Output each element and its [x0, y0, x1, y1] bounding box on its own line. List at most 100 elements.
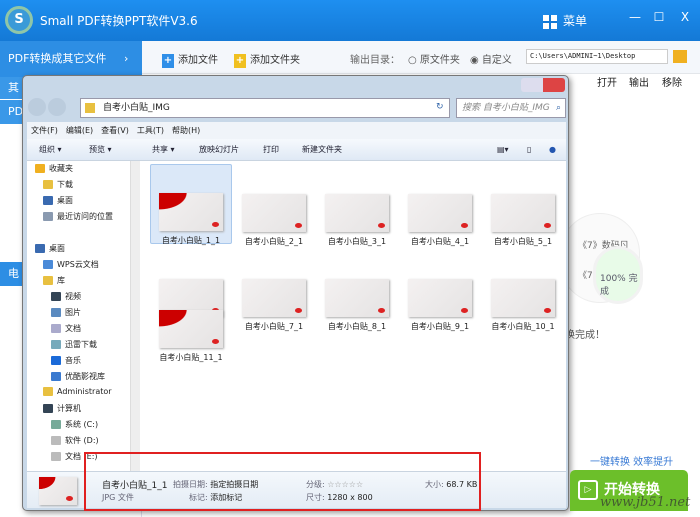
file-thumbnail	[325, 279, 389, 317]
highlight-box	[84, 452, 481, 511]
col-open: 打开	[597, 78, 617, 89]
nav-item[interactable]: 下载	[43, 179, 73, 190]
maximize-button[interactable]: ☐	[651, 10, 667, 24]
help-icon[interactable]: ●	[549, 139, 556, 161]
new-folder-button[interactable]: 新建文件夹	[302, 139, 342, 161]
file-item[interactable]: 自考小白贴_5_1	[482, 164, 564, 246]
preview-button[interactable]: 预览 ▾	[89, 139, 112, 161]
file-thumbnail	[159, 193, 223, 231]
file-name: 自考小白贴_5_1	[493, 237, 553, 246]
file-item[interactable]: 自考小白贴_8_1	[316, 249, 398, 331]
nav-item[interactable]: 优酷影视库	[51, 371, 105, 382]
nav-item-icon	[35, 164, 45, 173]
slideshow-button[interactable]: 放映幻灯片	[199, 139, 239, 161]
nav-item[interactable]: 计算机	[43, 403, 81, 414]
file-name: 自考小白贴_2_1	[244, 237, 304, 246]
nav-item-icon	[43, 276, 53, 285]
file-name: 自考小白贴_4_1	[410, 237, 470, 246]
minimize-button[interactable]: —	[627, 10, 643, 24]
add-file-button[interactable]: + 添加文件	[162, 51, 218, 68]
nav-item[interactable]: 收藏夹	[35, 163, 73, 174]
nav-item[interactable]: 桌面	[43, 195, 73, 206]
address-bar[interactable]: 自考小白贴_IMG	[80, 98, 450, 118]
folder-icon[interactable]	[673, 50, 687, 63]
file-item[interactable]: 自考小白贴_1_1	[150, 164, 232, 245]
nav-item-icon	[43, 260, 53, 269]
grid-icon	[543, 14, 557, 29]
progress-panel: 《7》数码ㄖ 《7》 100% 完成 换完成！	[560, 88, 700, 458]
organize-button[interactable]: 组织 ▾	[39, 139, 62, 161]
file-item[interactable]: 自考小白贴_2_1	[233, 164, 315, 246]
menu-edit[interactable]: 编辑(E)	[66, 126, 93, 135]
file-item[interactable]: 自考小白贴_3_1	[316, 164, 398, 246]
back-forward-buttons[interactable]	[28, 98, 68, 118]
window-controls[interactable]	[521, 78, 565, 92]
preview-pane-icon[interactable]: ▯	[527, 139, 531, 161]
print-button[interactable]: 打印	[263, 139, 279, 161]
file-thumbnail	[491, 194, 555, 232]
add-folder-icon: +	[234, 54, 246, 68]
folder-icon	[85, 103, 95, 113]
file-name: 自考小白贴_11_1	[159, 353, 223, 362]
nav-item[interactable]: 音乐	[51, 355, 81, 366]
search-input[interactable]: 搜索 自考小白贴_IMG ⌕	[456, 98, 566, 118]
sidebar-item-pdf-to-other[interactable]: PDF转换成其它文件 ›	[0, 41, 142, 77]
watermark: www.jb51.net	[600, 495, 691, 510]
menu-help[interactable]: 帮助(H)	[172, 126, 200, 135]
file-item[interactable]: 自考小白贴_11_1	[150, 306, 232, 368]
nav-item[interactable]: 图片	[51, 307, 81, 318]
view-options-icon[interactable]: ▤▾	[497, 139, 509, 161]
file-name: 自考小白贴_7_1	[244, 322, 304, 331]
add-file-icon: +	[162, 54, 174, 68]
nav-item[interactable]: 系统 (C:)	[51, 419, 98, 430]
nav-item[interactable]: WPS云文档	[43, 259, 99, 270]
radio-custom[interactable]: ◉ 自定义	[470, 51, 512, 66]
nav-item[interactable]: 文档	[51, 323, 81, 334]
nav-item-icon	[51, 372, 61, 381]
app-title: Small PDF转换PPT软件V3.6	[40, 14, 198, 28]
menu-tools[interactable]: 工具(T)	[137, 126, 164, 135]
search-icon: ⌕	[555, 103, 561, 113]
nav-item[interactable]: 桌面	[35, 243, 65, 254]
nav-item[interactable]: Administrator	[43, 387, 112, 396]
menu-view[interactable]: 查看(V)	[101, 126, 129, 135]
col-remove: 移除	[662, 78, 682, 89]
file-item[interactable]: 自考小白贴_4_1	[399, 164, 481, 246]
output-path-input[interactable]: C:\Users\ADMINI~1\Desktop	[526, 49, 668, 64]
chevron-right-icon: ›	[123, 52, 129, 65]
nav-item-icon	[51, 436, 61, 445]
nav-item-icon	[43, 404, 53, 413]
nav-scrollbar[interactable]	[130, 161, 140, 471]
file-name: 自考小白贴_3_1	[327, 237, 387, 246]
nav-item[interactable]: 迅雷下载	[51, 339, 97, 350]
file-explorer-dialog: 自考小白贴_IMG ↻ 搜索 自考小白贴_IMG ⌕ 文件(F) 编辑(E) 查看(V…	[22, 75, 569, 511]
nav-item-icon	[43, 196, 53, 205]
nav-item-icon	[35, 244, 45, 253]
app-title-bar: S Small PDF转换PPT软件V3.6 菜单 — ☐ X	[0, 0, 700, 41]
command-bar: 组织 ▾ 预览 ▾ 共享 ▾ 放映幻灯片 打印 新建文件夹 ▤▾ ▯ ●	[27, 139, 566, 161]
file-name: 自考小白贴_9_1	[410, 322, 470, 331]
file-list: 自考小白贴_1_1 自考小白贴_2_1 自考小白贴_3_1 自考小白贴_4_1 自考小白…	[140, 161, 566, 471]
nav-item-icon	[51, 340, 61, 349]
nav-item[interactable]: 软件 (D:)	[51, 435, 99, 446]
file-item[interactable]: 自考小白贴_7_1	[233, 249, 315, 331]
nav-item[interactable]: 库	[43, 275, 65, 286]
nav-item[interactable]: 视频	[51, 291, 81, 302]
close-button[interactable]: X	[677, 10, 693, 24]
file-item[interactable]: 自考小白贴_9_1	[399, 249, 481, 331]
refresh-icon[interactable]: ↻	[436, 102, 444, 112]
file-thumbnail	[242, 279, 306, 317]
progress-magnifier: 100% 完成	[593, 246, 643, 304]
menu-button[interactable]: 菜单	[543, 12, 587, 29]
menu-file[interactable]: 文件(F)	[31, 126, 58, 135]
nav-item[interactable]: 最近访问的位置	[43, 211, 113, 222]
nav-item-icon	[43, 212, 53, 221]
output-label: 输出目录：	[350, 55, 400, 66]
file-item[interactable]: 自考小白贴_10_1	[482, 249, 564, 331]
radio-original[interactable]: ○ 原文件夹	[408, 51, 460, 66]
nav-item-icon	[51, 452, 61, 461]
add-folder-button[interactable]: + 添加文件夹	[234, 51, 300, 68]
share-button[interactable]: 共享 ▾	[152, 139, 175, 161]
file-thumbnail	[408, 194, 472, 232]
file-thumbnail	[408, 279, 472, 317]
